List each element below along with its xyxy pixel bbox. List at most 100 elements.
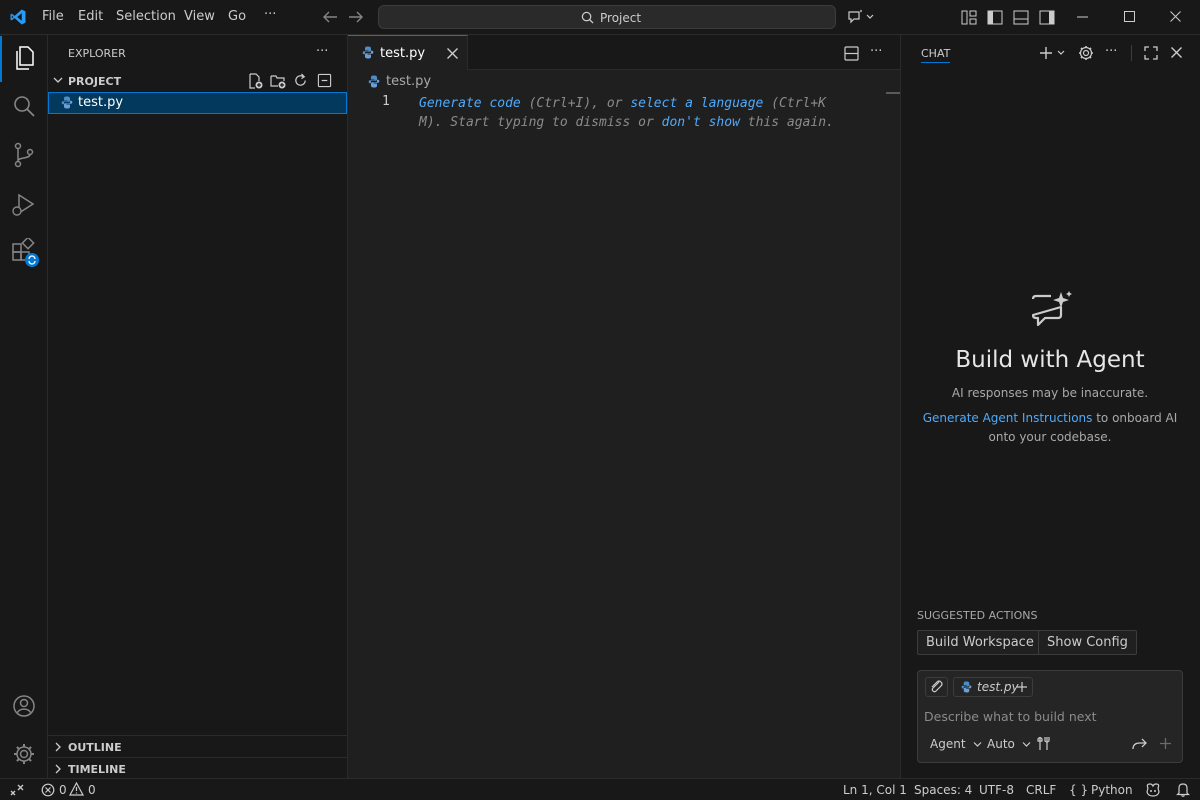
copilot-chat-icon[interactable] [847, 9, 875, 25]
hint-text: M). Start typing to dismiss or [419, 115, 662, 130]
editor-more-button[interactable]: ··· [870, 44, 882, 59]
chevron-right-icon [54, 764, 62, 774]
collapse-all-icon[interactable] [317, 73, 332, 88]
new-folder-icon[interactable] [270, 73, 286, 89]
menu-more[interactable]: ··· [264, 7, 276, 22]
generate-agent-instructions-link[interactable]: Generate Agent Instructions [923, 411, 1093, 425]
menu-file[interactable]: File [42, 9, 64, 24]
chat-disclaimer: AI responses may be inaccurate. [951, 386, 1149, 400]
refresh-icon[interactable] [293, 73, 308, 88]
cursor-position[interactable]: Ln 1, Col 1 [843, 783, 907, 797]
mode-dropdown[interactable]: Agent [930, 737, 982, 752]
show-config-button[interactable]: Show Config [1038, 630, 1137, 655]
chat-input-box[interactable]: test.py Describe what to build next Agen… [917, 670, 1183, 763]
python-file-icon [961, 681, 972, 693]
explorer-more-button[interactable]: ··· [316, 44, 328, 59]
minimize-icon[interactable] [1077, 16, 1089, 18]
maximize-icon[interactable] [1124, 11, 1135, 22]
python-file-icon [61, 96, 73, 109]
split-editor-icon[interactable] [844, 46, 859, 61]
bell-icon[interactable] [1176, 782, 1190, 797]
outline-section[interactable]: OUTLINE [48, 735, 347, 757]
attach-context-icon[interactable] [925, 677, 948, 697]
build-workspace-button[interactable]: Build Workspace [917, 630, 1043, 655]
model-label: Auto [987, 737, 1015, 751]
indentation[interactable]: Spaces: 4 [914, 783, 972, 797]
chevron-right-icon [54, 742, 62, 752]
chat-settings-icon[interactable] [1078, 45, 1094, 61]
line-ending[interactable]: CRLF [1026, 783, 1056, 797]
chevron-down-icon [1022, 741, 1031, 748]
editor-hint: Generate code (Ctrl+I), or select a lang… [419, 94, 849, 132]
close-chat-icon[interactable] [1171, 47, 1182, 58]
toggle-panel-icon[interactable] [1013, 10, 1029, 25]
menu-view[interactable]: View [184, 9, 215, 24]
encoding[interactable]: UTF-8 [979, 783, 1014, 797]
add-context-icon[interactable] [1016, 681, 1028, 693]
explorer-title: EXPLORER [68, 47, 126, 60]
source-control-icon[interactable] [12, 142, 36, 168]
error-count[interactable]: 0 [59, 783, 67, 797]
context-file-name: test.py [977, 680, 1019, 694]
forward-arrow-icon[interactable] [348, 10, 364, 24]
editor-area[interactable] [348, 35, 900, 778]
chat-input-placeholder[interactable]: Describe what to build next [924, 709, 1097, 724]
account-icon[interactable] [12, 694, 36, 718]
command-center[interactable]: Project [378, 5, 836, 29]
breadcrumb: test.py [348, 70, 900, 92]
error-icon[interactable] [41, 783, 55, 797]
minimap-slider[interactable] [886, 92, 900, 94]
files-icon[interactable] [12, 45, 36, 71]
timeline-section[interactable]: TIMELINE [48, 757, 347, 778]
chat-more-button[interactable]: ··· [1105, 44, 1117, 59]
editor-tab[interactable]: test.py [348, 35, 468, 70]
hint-text: this again. [739, 115, 834, 130]
back-arrow-icon[interactable] [322, 10, 338, 24]
close-tab-icon[interactable] [447, 48, 458, 59]
menu-go[interactable]: Go [228, 9, 246, 24]
settings-gear-icon[interactable] [12, 742, 36, 766]
language-mode[interactable]: Python [1091, 783, 1133, 797]
active-view-indicator [0, 36, 2, 82]
file-tree-item[interactable]: test.py [48, 92, 347, 114]
chat-panel [900, 35, 1200, 778]
remote-icon[interactable] [10, 783, 24, 797]
warning-icon[interactable] [69, 782, 84, 796]
command-center-label: Project [600, 11, 642, 25]
warning-count[interactable]: 0 [88, 783, 96, 797]
chat-title: CHAT [921, 47, 951, 63]
new-file-icon[interactable] [247, 73, 263, 89]
toggle-secondary-sidebar-icon[interactable] [1039, 10, 1055, 25]
breadcrumb-file[interactable]: test.py [386, 74, 431, 89]
toggle-primary-sidebar-icon[interactable] [987, 10, 1003, 25]
search-icon[interactable] [12, 94, 36, 118]
menu-edit[interactable]: Edit [78, 9, 103, 24]
vscode-logo-icon [9, 8, 27, 26]
suggested-actions-title: SUGGESTED ACTIONS [917, 609, 1038, 622]
language-braces: { } [1069, 783, 1089, 797]
instructions-text: onto your codebase. [988, 430, 1112, 444]
generate-code-link[interactable]: Generate code [419, 96, 521, 111]
add-icon[interactable] [1159, 737, 1172, 750]
select-language-link[interactable]: select a language [630, 96, 763, 111]
dont-show-link[interactable]: don't show [662, 115, 740, 130]
chat-heading: Build with Agent [955, 347, 1145, 373]
close-window-icon[interactable] [1170, 11, 1181, 22]
new-chat-icon[interactable] [1038, 45, 1068, 61]
menu-selection[interactable]: Selection [116, 9, 176, 24]
chevron-down-icon[interactable] [53, 76, 63, 84]
explorer-sidebar [48, 35, 348, 778]
maximize-chat-icon[interactable] [1144, 46, 1158, 60]
tools-icon[interactable] [1036, 736, 1052, 751]
customize-layout-icon[interactable] [961, 10, 977, 25]
project-folder-label[interactable]: PROJECT [68, 75, 121, 88]
model-dropdown[interactable]: Auto [987, 737, 1031, 752]
run-debug-icon[interactable] [10, 192, 36, 218]
title-bar: File Edit Selection View Go ··· Project [0, 0, 1200, 35]
send-icon[interactable] [1132, 738, 1148, 750]
context-file-chip[interactable]: test.py [953, 677, 1033, 697]
extensions-icon[interactable] [11, 238, 39, 268]
outline-label: OUTLINE [68, 741, 122, 754]
copilot-icon[interactable] [1145, 782, 1161, 797]
chevron-down-icon [973, 741, 982, 748]
